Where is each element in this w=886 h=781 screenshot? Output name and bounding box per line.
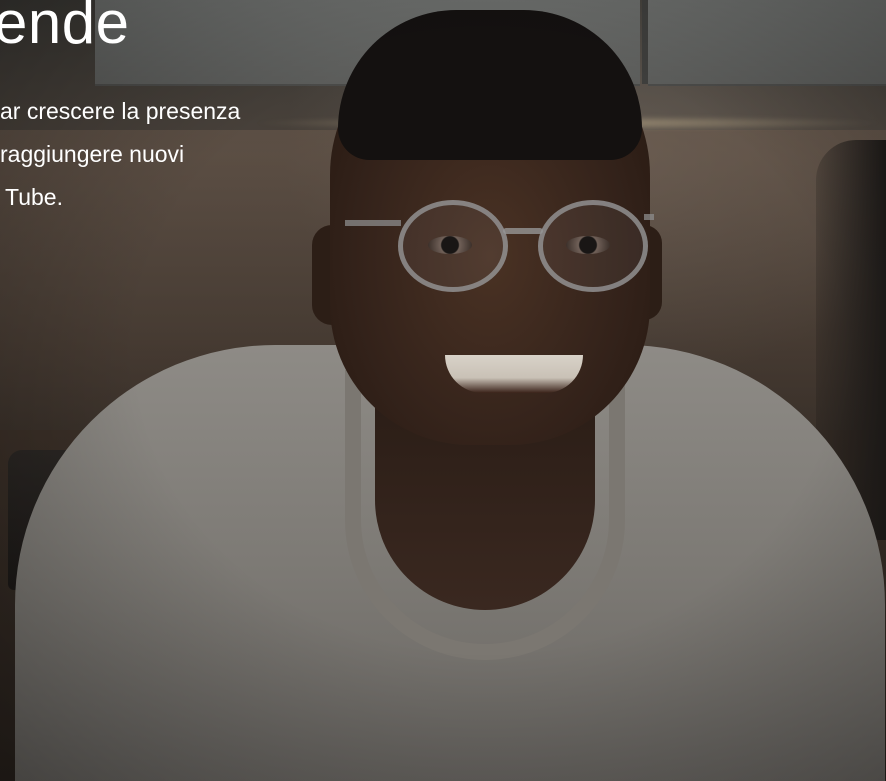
hero-section: ende ar crescere la presenza raggiungere… bbox=[0, 0, 886, 781]
hero-body-line: raggiungere nuovi bbox=[0, 141, 185, 167]
hero-body-line: ar crescere la presenza bbox=[0, 98, 241, 124]
hero-headline: ende bbox=[0, 0, 130, 56]
hero-body-line: Tube. bbox=[5, 184, 63, 210]
